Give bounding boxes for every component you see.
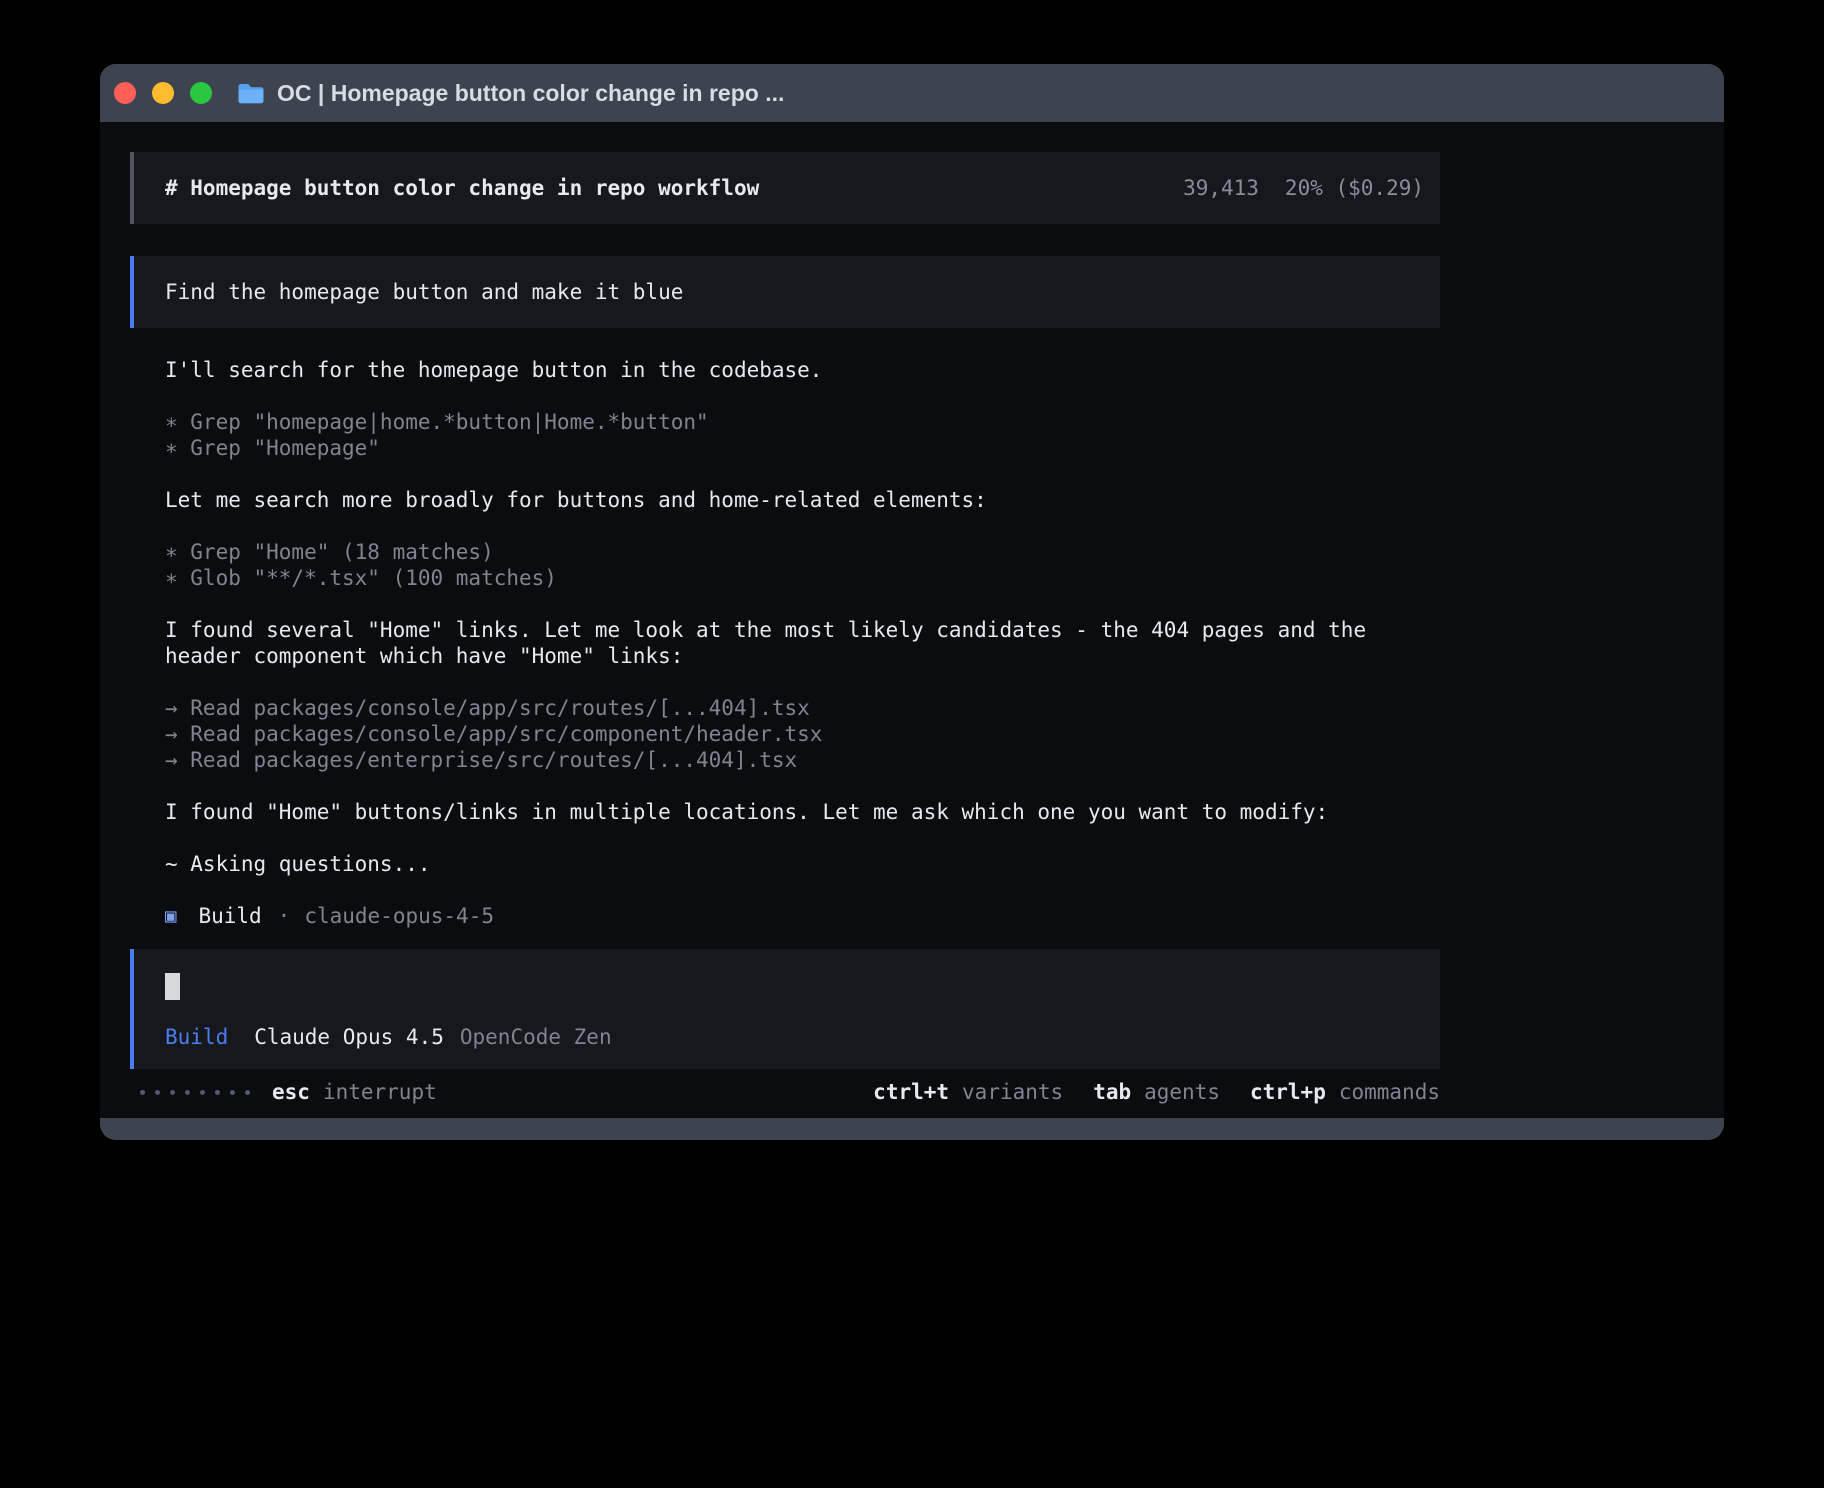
transcript-line: ∗ Grep "Homepage" (165, 435, 1440, 461)
minimize-button[interactable] (152, 82, 174, 104)
folder-icon (237, 82, 265, 105)
transcript-line: ~ Asking questions... (165, 851, 1440, 877)
shortcut-key: ctrl+p (1250, 1080, 1326, 1104)
titlebar: OC | Homepage button color change in rep… (100, 64, 1724, 122)
shortcut-label: commands (1339, 1080, 1440, 1104)
shortcut-label: agents (1144, 1080, 1220, 1104)
transcript-line (165, 591, 1440, 617)
transcript-line: → Read packages/console/app/src/componen… (165, 721, 1440, 747)
context-usage: 20% ($0.29) (1285, 176, 1424, 200)
shortcut-key: tab (1093, 1080, 1131, 1104)
terminal-window: OC | Homepage button color change in rep… (100, 64, 1724, 1140)
shortcut-item: ctrl+t variants (873, 1080, 1063, 1104)
esc-key: esc (272, 1080, 310, 1104)
transcript-line: → Read packages/enterprise/src/routes/[.… (165, 747, 1440, 773)
token-count: 39,413 (1183, 176, 1259, 200)
transcript-line (165, 669, 1440, 695)
transcript-line (165, 383, 1440, 409)
transcript-line (165, 825, 1440, 851)
session-stats: 39,413 20% ($0.29) (1183, 176, 1424, 200)
spinner-icon (140, 1090, 250, 1095)
title-group: OC | Homepage button color change in rep… (237, 80, 784, 107)
transcript-line (165, 461, 1440, 487)
user-message: Find the homepage button and make it blu… (130, 256, 1440, 328)
agent-icon: ▣ (165, 903, 176, 929)
mode-row: Build Claude Opus 4.5 OpenCode Zen (165, 1024, 1409, 1050)
shortcut-label: variants (962, 1080, 1063, 1104)
transcript-line (165, 513, 1440, 539)
shortcut-key: ctrl+t (873, 1080, 949, 1104)
agent-status-line: ▣ Build · claude-opus-4-5 (165, 903, 1440, 929)
input-cursor (165, 973, 180, 1000)
transcript-line: I found several "Home" links. Let me loo… (165, 617, 1440, 643)
provider-label: OpenCode Zen (460, 1024, 612, 1050)
interrupt-label: interrupt (323, 1080, 437, 1104)
zoom-button[interactable] (190, 82, 212, 104)
transcript-line: ∗ Grep "homepage|home.*button|Home.*butt… (165, 409, 1440, 435)
transcript-line: Let me search more broadly for buttons a… (165, 487, 1440, 513)
status-bar: esc interrupt ctrl+t variants tab agents (130, 1079, 1440, 1105)
transcript-line: I found "Home" buttons/links in multiple… (165, 799, 1440, 825)
transcript-line: ∗ Glob "**/*.tsx" (100 matches) (165, 565, 1440, 591)
model-label: Claude Opus 4.5 (254, 1024, 444, 1050)
shortcut-item: tab agents (1093, 1080, 1220, 1104)
agent-name: Build (198, 903, 261, 929)
terminal-content: # Homepage button color change in repo w… (100, 122, 1724, 1118)
status-left: esc interrupt (130, 1080, 437, 1104)
transcript-line: I'll search for the homepage button in t… (165, 357, 1440, 383)
assistant-transcript: I'll search for the homepage button in t… (165, 357, 1440, 903)
transcript-line (165, 877, 1440, 903)
status-right: ctrl+t variants tab agents ctrl+p comman… (843, 1080, 1440, 1104)
mode-label: Build (165, 1024, 228, 1050)
window-controls (114, 82, 212, 104)
agent-separator: · (278, 903, 291, 929)
transcript-line: ∗ Grep "Home" (18 matches) (165, 539, 1440, 565)
session-title: # Homepage button color change in repo w… (165, 176, 759, 200)
session-header: # Homepage button color change in repo w… (130, 152, 1440, 224)
agent-model: claude-opus-4-5 (304, 903, 494, 929)
transcript-line: → Read packages/console/app/src/routes/[… (165, 695, 1440, 721)
close-button[interactable] (114, 82, 136, 104)
user-message-text: Find the homepage button and make it blu… (165, 280, 683, 304)
shortcut-item: ctrl+p commands (1250, 1080, 1440, 1104)
window-title: OC | Homepage button color change in rep… (277, 80, 784, 107)
transcript-line (165, 773, 1440, 799)
prompt-input[interactable]: Build Claude Opus 4.5 OpenCode Zen (130, 949, 1440, 1069)
transcript-line: header component which have "Home" links… (165, 643, 1440, 669)
